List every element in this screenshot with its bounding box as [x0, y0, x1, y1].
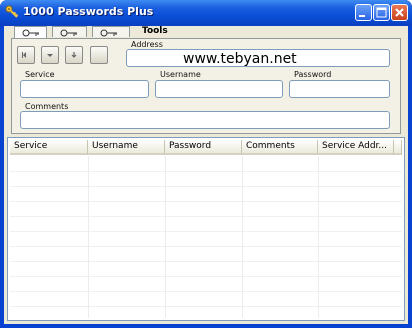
tab-passwords[interactable] — [14, 26, 47, 38]
app-window: 1000 Passwords Plus Tools Address www.te… — [0, 0, 412, 328]
grid-line — [10, 231, 402, 232]
username-label: Username — [160, 70, 201, 79]
column-header-service[interactable]: Service — [10, 140, 88, 155]
address-value: www.tebyan.net — [183, 51, 297, 67]
service-field[interactable] — [20, 80, 149, 98]
comments-field[interactable] — [20, 111, 390, 129]
username-field[interactable] — [155, 80, 283, 98]
grid-line — [10, 306, 402, 307]
key-icon — [22, 29, 39, 37]
next-record-button[interactable] — [65, 46, 83, 64]
grid-line — [10, 216, 402, 217]
close-button[interactable] — [391, 4, 408, 21]
column-header-comments[interactable]: Comments — [242, 140, 318, 155]
grid-column-line — [242, 156, 243, 318]
next-record-icon — [71, 52, 77, 58]
close-icon — [395, 8, 404, 17]
title-bar[interactable]: 1000 Passwords Plus — [0, 0, 412, 26]
key-icon — [60, 29, 77, 37]
table-header: Service Username Password Comments Servi… — [10, 140, 402, 156]
last-record-button[interactable] — [90, 46, 108, 64]
minimize-icon — [359, 15, 365, 17]
password-label: Password — [294, 70, 332, 79]
tab-third[interactable] — [92, 26, 130, 37]
maximize-button[interactable] — [373, 4, 390, 21]
grid-line — [10, 261, 402, 262]
service-label: Service — [25, 70, 55, 79]
window-border-bottom — [0, 324, 412, 328]
column-header-service-address[interactable]: Service Addr... — [318, 140, 394, 155]
grid-line — [10, 276, 402, 277]
app-key-icon — [5, 5, 19, 19]
tab-second[interactable] — [52, 26, 87, 37]
grid-line — [10, 201, 402, 202]
grid-line — [10, 186, 402, 187]
address-field[interactable]: www.tebyan.net — [126, 49, 390, 67]
passwords-table[interactable]: Service Username Password Comments Servi… — [7, 137, 405, 321]
first-record-button[interactable] — [17, 46, 35, 64]
column-header-username[interactable]: Username — [88, 140, 165, 155]
maximize-icon — [376, 7, 387, 18]
previous-record-button[interactable] — [41, 46, 59, 64]
tools-menu[interactable]: Tools — [142, 26, 168, 36]
window-border-right — [408, 26, 412, 328]
grid-line — [10, 171, 402, 172]
column-header-filler — [394, 140, 402, 155]
grid-column-line — [318, 156, 319, 318]
comments-label: Comments — [25, 102, 69, 111]
key-icon — [100, 29, 117, 37]
minimize-button[interactable] — [355, 4, 372, 21]
last-record-icon — [91, 47, 107, 63]
record-panel: Address www.tebyan.net Service Username … — [11, 38, 401, 134]
column-header-password[interactable]: Password — [165, 140, 242, 155]
main-frame: Tools Address www.tebyan.net Service Use… — [4, 26, 408, 324]
window-title: 1000 Passwords Plus — [23, 5, 154, 18]
grid-column-line — [88, 156, 89, 318]
password-field[interactable] — [289, 80, 390, 98]
grid-line — [10, 246, 402, 247]
previous-record-icon — [47, 54, 53, 57]
first-record-icon — [22, 52, 26, 58]
grid-column-line — [165, 156, 166, 318]
address-label: Address — [131, 40, 163, 49]
grid-line — [10, 291, 402, 292]
